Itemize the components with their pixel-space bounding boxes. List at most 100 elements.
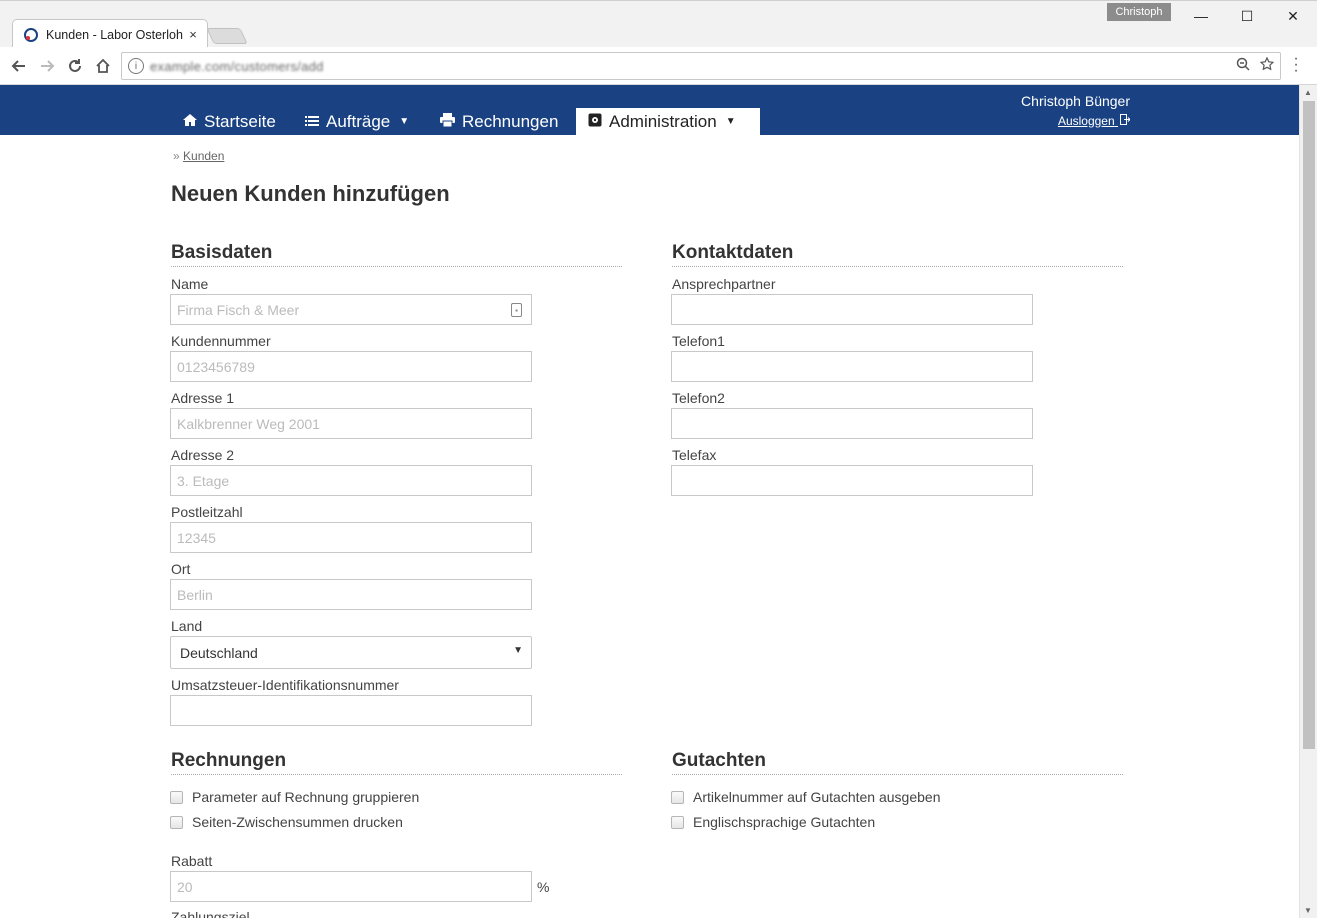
site-info-icon[interactable]: i (128, 58, 144, 74)
adresse2-input[interactable]: 3. Etage (170, 465, 532, 496)
section-title-gutachten: Gutachten (672, 750, 1123, 775)
site-favicon-icon (23, 27, 39, 43)
adresse1-input[interactable]: Kalkbrenner Weg 2001 (170, 408, 532, 439)
land-label: Land (171, 618, 203, 634)
contact-card-icon[interactable]: ▪ (511, 303, 522, 317)
minimize-button[interactable]: — (1178, 1, 1224, 31)
adresse2-placeholder: 3. Etage (177, 472, 230, 489)
home-icon[interactable] (91, 54, 115, 78)
land-select[interactable]: Deutschland ▼ (170, 636, 532, 669)
nav-item-startseite[interactable]: Startseite (171, 108, 288, 135)
scrollbar-thumb[interactable] (1303, 101, 1315, 749)
home-icon (183, 113, 197, 130)
breadcrumb: » Kunden (173, 149, 224, 163)
page-scrollbar[interactable]: ▲ ▼ (1299, 85, 1317, 918)
profile-badge[interactable]: Christoph (1107, 3, 1171, 21)
nav-item-rechnungen[interactable]: Rechnungen (428, 108, 570, 135)
kundennummer-placeholder: 0123456789 (177, 358, 255, 375)
ort-placeholder: Berlin (177, 586, 213, 603)
zoom-icon[interactable] (1236, 57, 1250, 75)
nav-label: Administration (609, 111, 717, 131)
percent-unit: % (537, 879, 550, 895)
chevron-down-icon: ▼ (399, 116, 410, 127)
logout-icon (1120, 114, 1131, 128)
menu-icon[interactable]: · · · (1290, 51, 1302, 79)
nav-label: Aufträge (326, 111, 391, 131)
user-name: Christoph Bünger (1021, 93, 1130, 109)
chevron-down-icon: ▼ (513, 645, 523, 656)
page-viewport: Startseite Aufträge ▼ Rechnungen Adminis… (0, 85, 1299, 918)
zahlungsziel-label: Zahlungsziel (171, 909, 250, 918)
nav-label: Rechnungen (462, 111, 559, 131)
telefon1-label: Telefon1 (672, 333, 725, 349)
reload-icon[interactable] (63, 54, 87, 78)
breadcrumb-link-kunden[interactable]: Kunden (183, 149, 224, 163)
checkbox-label: Englischsprachige Gutachten (693, 814, 876, 830)
postleitzahl-label: Postleitzahl (171, 504, 243, 520)
new-tab-button[interactable] (206, 28, 248, 44)
ansprechpartner-label: Ansprechpartner (672, 276, 776, 292)
nav-label: Startseite (204, 111, 276, 131)
checkbox-label: Seiten-Zwischensummen drucken (192, 814, 403, 830)
checkbox-label: Parameter auf Rechnung gruppieren (192, 789, 420, 805)
kundennummer-input[interactable]: 0123456789 (170, 351, 532, 382)
telefax-input[interactable] (671, 465, 1033, 496)
nav-item-auftraege[interactable]: Aufträge ▼ (293, 108, 421, 135)
kundennummer-label: Kundennummer (171, 333, 271, 349)
breadcrumb-separator: » (173, 149, 180, 163)
postleitzahl-input[interactable]: 12345 (170, 522, 532, 553)
back-icon[interactable] (7, 54, 31, 78)
name-label: Name (171, 276, 209, 292)
name-input[interactable]: Firma Fisch & Meer ▪ (170, 294, 532, 325)
section-title-rechnungen: Rechnungen (171, 750, 622, 775)
forward-icon[interactable] (35, 54, 59, 78)
checkbox[interactable] (170, 790, 183, 804)
section-title-kontaktdaten: Kontaktdaten (672, 242, 1123, 267)
telefax-label: Telefax (672, 447, 717, 463)
nav-item-administration[interactable]: Administration ▼ (576, 108, 760, 135)
page-title: Neuen Kunden hinzufügen (171, 181, 450, 206)
app-navbar: Startseite Aufträge ▼ Rechnungen Adminis… (0, 85, 1299, 135)
checkbox[interactable] (170, 815, 183, 829)
adresse2-label: Adresse 2 (171, 447, 235, 463)
browser-tab[interactable]: Kunden - Labor Osterloh × (12, 19, 208, 49)
telefon2-label: Telefon2 (672, 390, 725, 406)
tab-close-icon[interactable]: × (185, 27, 201, 42)
rabatt-input[interactable]: 20 (170, 871, 532, 902)
bookmark-star-icon[interactable] (1259, 56, 1275, 75)
tab-title: Kunden - Labor Osterloh (46, 27, 183, 42)
name-placeholder: Firma Fisch & Meer (177, 301, 300, 318)
telefon1-input[interactable] (671, 351, 1033, 382)
rabatt-label: Rabatt (171, 853, 213, 869)
postleitzahl-placeholder: 12345 (177, 529, 216, 546)
address-bar[interactable]: i example.com/customers/add (121, 52, 1281, 80)
ansprechpartner-input[interactable] (671, 294, 1033, 325)
section-title-basisdaten: Basisdaten (171, 242, 622, 267)
checkbox[interactable] (671, 790, 684, 804)
checkbox-zwischensummen[interactable]: Seiten-Zwischensummen drucken (170, 814, 403, 830)
adresse1-label: Adresse 1 (171, 390, 235, 406)
list-icon (305, 114, 319, 130)
checkbox-englisch[interactable]: Englischsprachige Gutachten (671, 814, 875, 830)
telefon2-input[interactable] (671, 408, 1033, 439)
logout-label: Ausloggen (1057, 114, 1115, 128)
scroll-up-icon[interactable]: ▲ (1304, 88, 1312, 97)
maximize-button[interactable]: ☐ (1224, 1, 1270, 31)
checkbox-artikelnummer[interactable]: Artikelnummer auf Gutachten ausgeben (671, 789, 940, 805)
land-selected-value: Deutschland (180, 644, 258, 661)
scroll-down-icon[interactable]: ▼ (1304, 906, 1312, 915)
ust-input[interactable] (170, 695, 532, 726)
printer-icon (440, 113, 455, 130)
checkbox-label: Artikelnummer auf Gutachten ausgeben (693, 789, 941, 805)
browser-titlebar: Kunden - Labor Osterloh × Christoph — ☐ … (0, 0, 1317, 49)
close-window-button[interactable]: ✕ (1270, 1, 1316, 31)
url-text[interactable]: example.com/customers/add (150, 59, 324, 74)
ort-input[interactable]: Berlin (170, 579, 532, 610)
checkbox-parameter-gruppieren[interactable]: Parameter auf Rechnung gruppieren (170, 789, 419, 805)
adresse1-placeholder: Kalkbrenner Weg 2001 (177, 415, 320, 432)
logout-link[interactable]: Ausloggen (1057, 114, 1131, 128)
chevron-down-icon: ▼ (725, 116, 736, 127)
ust-label: Umsatzsteuer-Identifikationsnummer (171, 677, 399, 693)
checkbox[interactable] (671, 815, 684, 829)
admin-icon (588, 113, 602, 130)
